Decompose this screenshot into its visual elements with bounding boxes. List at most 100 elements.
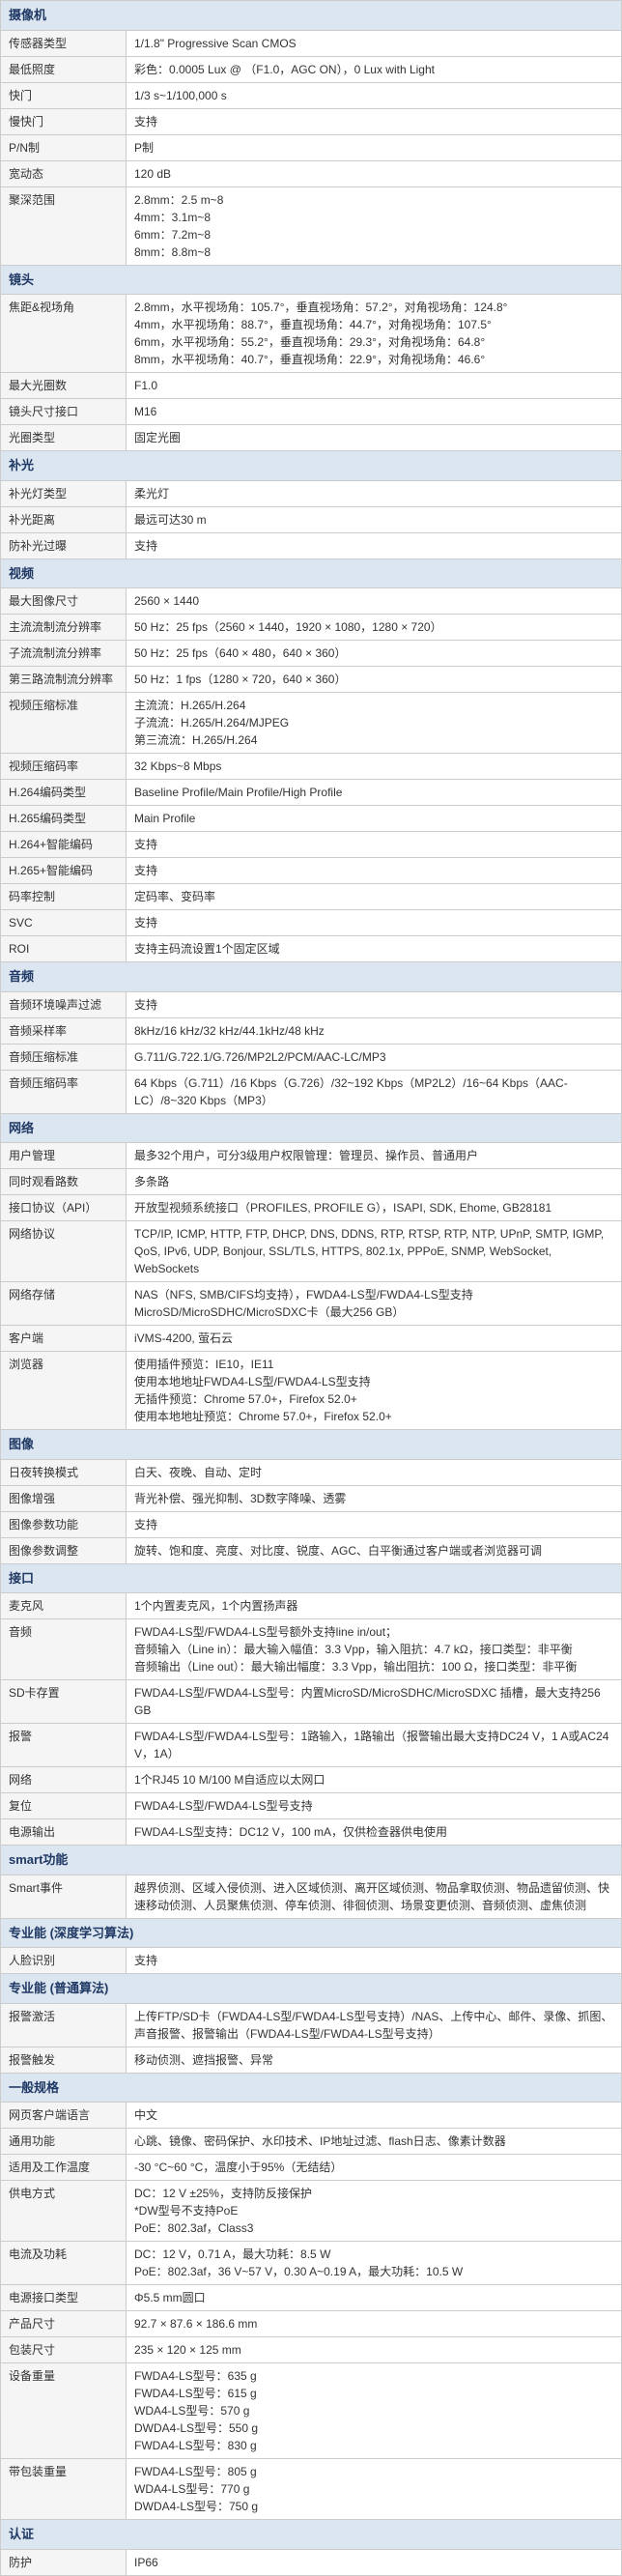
row-label: 浏览器: [1, 1352, 127, 1430]
table-row: H.265+智能编码支持: [1, 858, 622, 884]
section-title-general: 一般规格: [9, 2080, 59, 2095]
row-value: 支持: [127, 108, 622, 134]
section-header-deep_learning: 专业能 (深度学习算法): [1, 1918, 622, 1948]
table-row: 镜头尺寸接口M16: [1, 399, 622, 425]
row-label: 产品尺寸: [1, 2311, 127, 2337]
section-title-camera: 摄像机: [9, 8, 46, 22]
spec-table: 摄像机传感器类型1/1.8" Progressive Scan CMOS最低照度…: [0, 0, 622, 2576]
table-row: 网页客户端语言中文: [1, 2103, 622, 2129]
table-row: 第三路流制流分辨率50 Hz：1 fps（1280 × 720，640 × 36…: [1, 667, 622, 693]
table-row: 包装尺寸235 × 120 × 125 mm: [1, 2337, 622, 2363]
row-label: 子流流制流分辨率: [1, 641, 127, 667]
table-row: 电源接口类型Φ5.5 mm圆口: [1, 2285, 622, 2311]
table-row: 网络协议TCP/IP, ICMP, HTTP, FTP, DHCP, DNS, …: [1, 1221, 622, 1282]
row-label: 防护: [1, 2549, 127, 2575]
table-row: 设备重量FWDA4-LS型号：635 gFWDA4-LS型号：615 gWDA4…: [1, 2363, 622, 2459]
row-label: 视频压缩标准: [1, 693, 127, 754]
table-row: 通用功能心跳、镜像、密码保护、水印技术、IP地址过滤、flash日志、像素计数器: [1, 2129, 622, 2155]
table-row: H.264+智能编码支持: [1, 832, 622, 858]
table-row: 快门1/3 s~1/100,000 s: [1, 82, 622, 108]
section-header-supplement: 补光: [1, 451, 622, 481]
row-label: 用户管理: [1, 1143, 127, 1169]
row-label: 音频环境噪声过滤: [1, 991, 127, 1017]
table-row: 图像参数调整旋转、饱和度、亮度、对比度、锐度、AGC、白平衡通过客户端或者浏览器…: [1, 1537, 622, 1563]
row-value: P制: [127, 134, 622, 160]
row-value: F1.0: [127, 373, 622, 399]
row-label: 补光距离: [1, 506, 127, 532]
table-row: 主流流制流分辨率50 Hz：25 fps（2560 × 1440，1920 × …: [1, 615, 622, 641]
row-label: 焦距&视场角: [1, 295, 127, 373]
section-title-supplement: 补光: [9, 458, 34, 472]
row-label: 日夜转换模式: [1, 1459, 127, 1485]
row-value: 最多32个用户，可分3级用户权限管理：管理员、操作员、普通用户: [127, 1143, 622, 1169]
row-value: 彩色：0.0005 Lux @ （F1.0，AGC ON），0 Lux with…: [127, 56, 622, 82]
table-row: 人脸识别支持: [1, 1948, 622, 1974]
row-value: M16: [127, 399, 622, 425]
row-label: H.264+智能编码: [1, 832, 127, 858]
row-value: 柔光灯: [127, 480, 622, 506]
table-row: P/N制P制: [1, 134, 622, 160]
section-header-network: 网络: [1, 1113, 622, 1143]
table-row: 最低照度彩色：0.0005 Lux @ （F1.0，AGC ON），0 Lux …: [1, 56, 622, 82]
section-header-pro_normal: 专业能 (普通算法): [1, 1974, 622, 2004]
row-label: 防补光过曝: [1, 532, 127, 558]
section-header-cert: 认证: [1, 2520, 622, 2550]
table-row: 音频压缩标准G.711/G.722.1/G.726/MP2L2/PCM/AAC-…: [1, 1044, 622, 1070]
row-label: 带包装重量: [1, 2459, 127, 2520]
row-label: 传感器类型: [1, 30, 127, 56]
row-value: DC：12 V，0.71 A，最大功耗：8.5 WPoE：802.3af，36 …: [127, 2242, 622, 2285]
row-label: 麦克风: [1, 1593, 127, 1619]
row-value: 心跳、镜像、密码保护、水印技术、IP地址过滤、flash日志、像素计数器: [127, 2129, 622, 2155]
table-row: 网络存储NAS（NFS, SMB/CIFS均支持），FWDA4-LS型/FWDA…: [1, 1282, 622, 1326]
row-value: 最远可达30 m: [127, 506, 622, 532]
table-row: 日夜转换模式白天、夜晚、自动、定时: [1, 1459, 622, 1485]
row-value: 支持: [127, 532, 622, 558]
row-value: iVMS-4200, 萤石云: [127, 1326, 622, 1352]
table-row: Smart事件越界侦测、区域入侵侦测、进入区域侦测、离开区域侦测、物品拿取侦测、…: [1, 1875, 622, 1918]
table-row: 带包装重量FWDA4-LS型号：805 gWDA4-LS型号：770 gDWDA…: [1, 2459, 622, 2520]
row-value: 主流流：H.265/H.264子流流：H.265/H.264/MJPEG第三流流…: [127, 693, 622, 754]
row-label: 通用功能: [1, 2129, 127, 2155]
table-row: 补光灯类型柔光灯: [1, 480, 622, 506]
table-row: 报警FWDA4-LS型/FWDA4-LS型号：1路输入，1路输出（报警输出最大支…: [1, 1724, 622, 1767]
row-value: 235 × 120 × 125 mm: [127, 2337, 622, 2363]
table-row: 音频压缩码率64 Kbps（G.711）/16 Kbps（G.726）/32~1…: [1, 1070, 622, 1113]
table-row: 电流及功耗DC：12 V，0.71 A，最大功耗：8.5 WPoE：802.3a…: [1, 2242, 622, 2285]
row-label: 网络: [1, 1767, 127, 1793]
row-label: 电源输出: [1, 1819, 127, 1846]
table-row: H.265编码类型Main Profile: [1, 806, 622, 832]
row-value: 白天、夜晚、自动、定时: [127, 1459, 622, 1485]
row-value: TCP/IP, ICMP, HTTP, FTP, DHCP, DNS, DDNS…: [127, 1221, 622, 1282]
section-header-lens: 镜头: [1, 265, 622, 295]
row-value: 支持: [127, 1948, 622, 1974]
row-label: 图像增强: [1, 1485, 127, 1511]
section-title-audio: 音频: [9, 969, 34, 984]
row-label: 客户端: [1, 1326, 127, 1352]
row-value: FWDA4-LS型号：635 gFWDA4-LS型号：615 gWDA4-LS型…: [127, 2363, 622, 2459]
section-title-deep_learning: 专业能 (深度学习算法): [9, 1926, 133, 1940]
row-value: 1/1.8" Progressive Scan CMOS: [127, 30, 622, 56]
row-value: FWDA4-LS型/FWDA4-LS型号额外支持line in/out；音频输入…: [127, 1619, 622, 1680]
table-row: 视频压缩码率32 Kbps~8 Mbps: [1, 754, 622, 780]
table-row: 子流流制流分辨率50 Hz：25 fps（640 × 480，640 × 360…: [1, 641, 622, 667]
row-value: Φ5.5 mm圆口: [127, 2285, 622, 2311]
row-label: 补光灯类型: [1, 480, 127, 506]
row-label: 报警: [1, 1724, 127, 1767]
row-value: FWDA4-LS型支持：DC12 V，100 mA，仅供检查器供电使用: [127, 1819, 622, 1846]
row-value: FWDA4-LS型/FWDA4-LS型号：1路输入，1路输出（报警输出最大支持D…: [127, 1724, 622, 1767]
table-row: 接口协议（API）开放型视频系统接口（PROFILES, PROFILE G），…: [1, 1195, 622, 1221]
table-row: 音频采样率8kHz/16 kHz/32 kHz/44.1kHz/48 kHz: [1, 1017, 622, 1044]
row-label: 聚深范围: [1, 186, 127, 265]
row-label: 电流及功耗: [1, 2242, 127, 2285]
table-row: 补光距离最远可达30 m: [1, 506, 622, 532]
row-label: 宽动态: [1, 160, 127, 186]
section-title-network: 网络: [9, 1121, 34, 1135]
row-value: 支持: [127, 858, 622, 884]
row-label: 复位: [1, 1793, 127, 1819]
table-row: 音频环境噪声过滤支持: [1, 991, 622, 1017]
row-value: 8kHz/16 kHz/32 kHz/44.1kHz/48 kHz: [127, 1017, 622, 1044]
row-label: 最低照度: [1, 56, 127, 82]
section-title-image: 图像: [9, 1437, 34, 1451]
row-value: 支持: [127, 1511, 622, 1537]
table-row: 浏览器使用插件预览：IE10，IE11使用本地地址FWDA4-LS型/FWDA4…: [1, 1352, 622, 1430]
